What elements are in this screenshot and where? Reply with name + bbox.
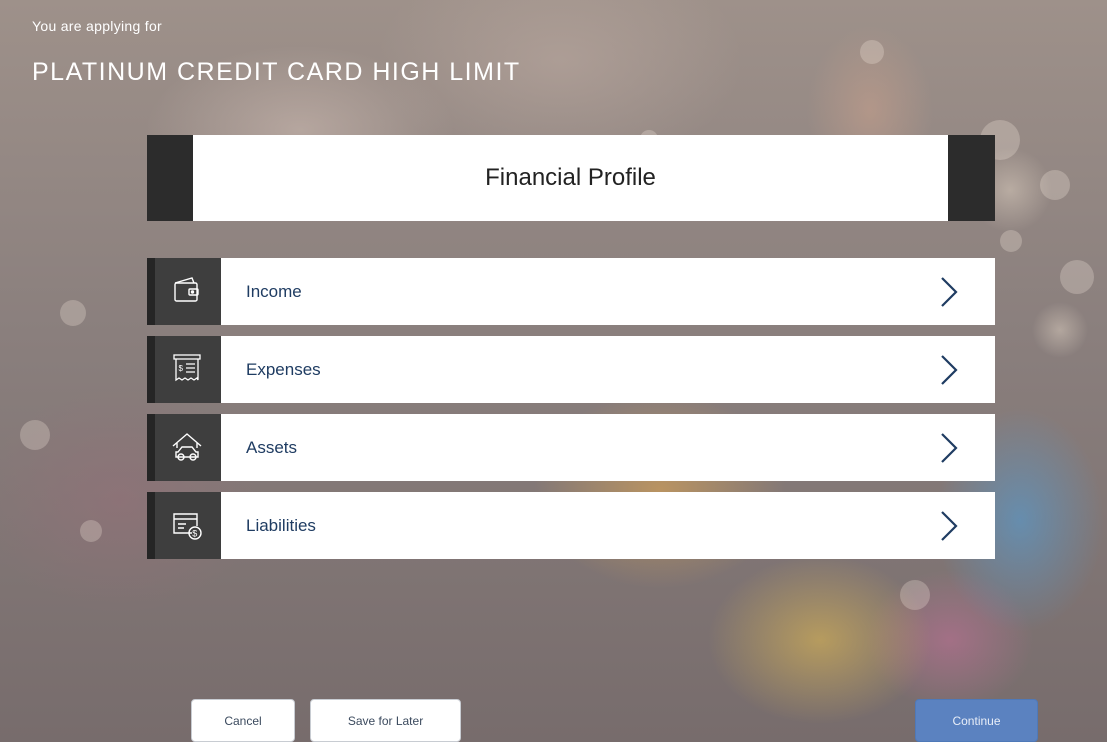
income-label: Income (246, 282, 302, 301)
liabilities-label: Liabilities (246, 516, 316, 535)
continue-button[interactable]: Continue (915, 699, 1038, 742)
applying-for-text: You are applying for (32, 18, 163, 34)
financial-profile-header: Financial Profile (147, 135, 995, 221)
svg-text:$: $ (192, 529, 197, 539)
expenses-row[interactable]: $ Expenses (147, 336, 995, 403)
house-car-icon (172, 433, 202, 461)
assets-icon-box (147, 414, 221, 481)
section-title: Financial Profile (485, 164, 656, 191)
save-for-later-button[interactable]: Save for Later (310, 699, 461, 742)
assets-row[interactable]: Assets (147, 414, 995, 481)
bill-dollar-icon: $ (173, 513, 202, 540)
chevron-right-icon (941, 511, 958, 541)
income-row[interactable]: Income (147, 258, 995, 325)
cancel-button[interactable]: Cancel (191, 699, 295, 742)
assets-label: Assets (246, 438, 298, 457)
chevron-right-icon (941, 355, 958, 385)
svg-text:$: $ (179, 364, 184, 373)
expenses-icon-box: $ (147, 336, 221, 403)
liabilities-icon-box: $ (147, 492, 221, 559)
chevron-right-icon (941, 433, 958, 463)
header-inner: Financial Profile (193, 135, 948, 221)
receipt-icon: $ (173, 354, 201, 382)
chevron-right-icon (941, 277, 958, 307)
income-icon-box (147, 258, 221, 325)
expenses-label: Expenses (246, 360, 321, 379)
wallet-icon (174, 277, 199, 302)
product-name: PLATINUM CREDIT CARD HIGH LIMIT (32, 58, 521, 86)
liabilities-row[interactable]: $ Liabilities (147, 492, 995, 559)
